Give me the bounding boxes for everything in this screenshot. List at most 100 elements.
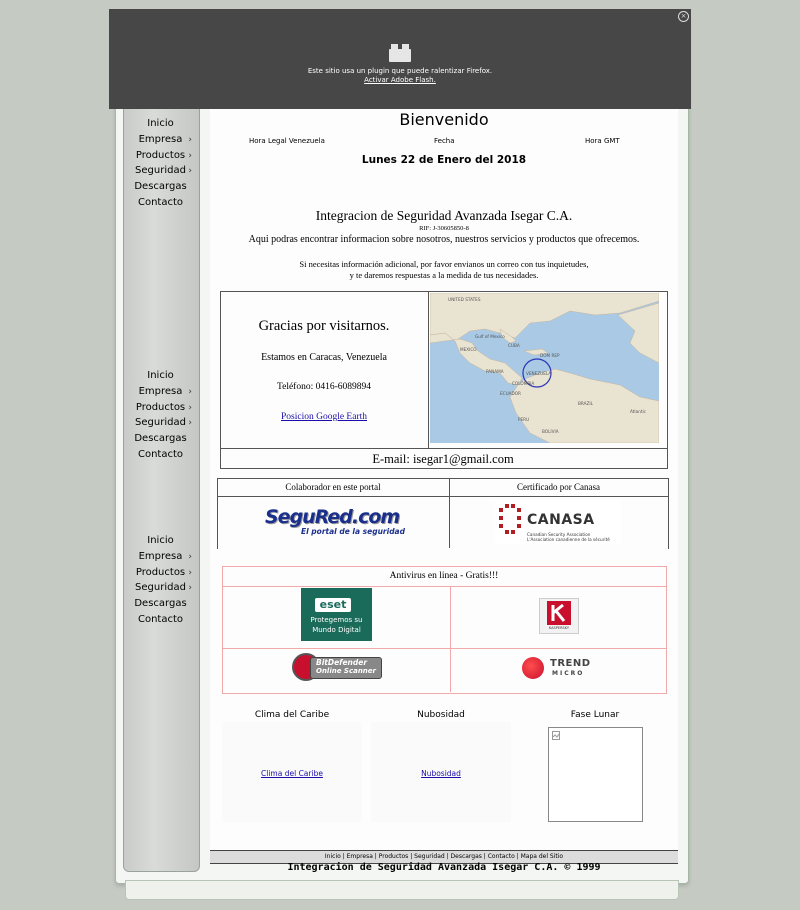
menu-item-label: Productos	[135, 401, 186, 413]
nubosidad-link-wrapper: Nubosidad	[371, 769, 511, 778]
trend-text: TREND	[550, 658, 591, 669]
colaborador-header: Colaborador en este portal	[285, 482, 381, 492]
menu-item-descargas[interactable]: Descargas	[124, 179, 197, 195]
chevron-right-icon: ›	[188, 418, 192, 429]
hora-gmt-label: Hora GMT	[585, 137, 620, 145]
contact-row-divider	[220, 448, 667, 449]
map-label-venezuela: VENEZUELA	[526, 371, 551, 376]
menu-item-label: Descargas	[134, 181, 187, 193]
page-bottom-ledge	[125, 880, 679, 900]
menu-item-label: Descargas	[134, 433, 187, 445]
current-date: Lunes 22 de Enero del 2018	[361, 154, 527, 166]
canasa-logo[interactable]: CANASA Canadian Security Association L'A…	[495, 500, 621, 544]
phone-text: Teléfono: 0416-6089894	[276, 382, 372, 392]
eset-line-2: Mundo Digital	[312, 626, 361, 634]
flash-message: Este sitio usa un plugin que puede ralen…	[307, 67, 493, 75]
trend-micro-logo[interactable]: TREND MICRO	[522, 655, 594, 681]
map-image[interactable]: UNITED STATES Gulf of Mexico MEXICO CUBA…	[430, 293, 659, 443]
menu-item-productos[interactable]: Productos ›	[124, 565, 197, 581]
menu-item-label: Productos	[135, 566, 186, 578]
canasa-logo-text: CANASA	[527, 512, 595, 528]
nubosidad-link[interactable]: Nubosidad	[421, 769, 461, 778]
kaspersky-text: KASPERSKY	[548, 626, 570, 630]
menu-item-seguridad[interactable]: Seguridad ›	[124, 163, 197, 179]
close-icon[interactable]: ×	[678, 11, 689, 22]
bitdefender-logo[interactable]: BitDefender Online Scanner	[292, 653, 382, 681]
menu-item-seguridad[interactable]: Seguridad ›	[124, 580, 197, 596]
menu-item-empresa[interactable]: Empresa ›	[124, 549, 197, 565]
map-label-brazil: BRAZIL	[578, 401, 594, 406]
eset-line-1: Protegemos su	[310, 616, 363, 624]
map-label-domrep: DOM REP	[540, 353, 560, 358]
menu-item-label: Descargas	[134, 598, 187, 610]
kaspersky-logo[interactable]: KASPERSKY	[539, 598, 579, 634]
menu-item-seguridad[interactable]: Seguridad ›	[124, 415, 197, 431]
menu-item-label: Inicio	[147, 118, 174, 129]
flash-notification-bar: × Este sitio usa un plugin que puede ral…	[109, 9, 691, 109]
nav-menu-1: Inicio Empresa › Productos › Seguridad › Descar…	[124, 116, 197, 211]
fase-lunar-image	[548, 727, 643, 822]
menu-item-label: Productos	[135, 149, 186, 161]
menu-item-contacto[interactable]: Contacto	[124, 447, 197, 463]
menu-item-inicio[interactable]: Inicio	[124, 533, 197, 549]
menu-item-inicio[interactable]: Inicio	[124, 116, 197, 132]
menu-item-productos[interactable]: Productos ›	[124, 400, 197, 416]
chevron-right-icon: ›	[188, 583, 192, 594]
email-text: E-mail: isegar1@gmail.com	[372, 452, 514, 466]
hora-legal-label: Hora Legal Venezuela	[249, 137, 325, 145]
map-label-atlantic: Atlantic	[630, 409, 647, 414]
fecha-label: Fecha	[434, 137, 455, 145]
broken-image-icon	[552, 731, 560, 740]
segured-logo[interactable]: SeguRed.com El portal de la seguridad	[263, 506, 405, 538]
menu-item-descargas[interactable]: Descargas	[124, 596, 197, 612]
antivirus-col-divider	[450, 586, 451, 692]
chevron-right-icon: ›	[188, 166, 192, 177]
antivirus-row-divider	[222, 648, 666, 649]
chevron-right-icon: ›	[188, 402, 192, 413]
menu-item-empresa[interactable]: Empresa ›	[124, 384, 197, 400]
chevron-right-icon: ›	[188, 150, 192, 161]
menu-item-contacto[interactable]: Contacto	[124, 195, 197, 211]
trend-circle-icon	[522, 657, 544, 679]
contact-divider	[428, 291, 429, 448]
clima-link[interactable]: Clima del Caribe	[261, 769, 323, 778]
map-label-colombia: COLOMBIA	[512, 381, 534, 386]
menu-item-contacto[interactable]: Contacto	[124, 612, 197, 628]
plugin-icon	[389, 41, 411, 63]
rif-number: RIF: J-30605850-8	[419, 225, 469, 232]
thanks-text: Gracias por visitarnos.	[258, 318, 390, 334]
eset-logo[interactable]: eset Protegemos su Mundo Digital	[301, 588, 372, 641]
menu-item-empresa[interactable]: Empresa ›	[124, 132, 197, 148]
google-earth-link[interactable]: Posicion Google Earth	[281, 412, 367, 422]
menu-item-label: Empresa	[138, 385, 183, 397]
menu-item-label: Inicio	[147, 370, 174, 381]
fase-lunar-title: Fase Lunar	[570, 710, 620, 720]
info-line-1: Si necesitas información adicional, por …	[299, 259, 589, 269]
nubosidad-title: Nubosidad	[417, 710, 465, 720]
menu-item-label: Contacto	[137, 613, 184, 625]
chevron-right-icon: ›	[188, 551, 192, 562]
nav-menu-3: Inicio Empresa › Productos › Seguridad › Descar…	[124, 533, 197, 628]
clima-title: Clima del Caribe	[254, 710, 330, 720]
menu-item-label: Contacto	[137, 448, 184, 460]
activate-flash-link[interactable]: Activar Adobe Flash.	[109, 76, 691, 84]
menu-item-inicio[interactable]: Inicio	[124, 368, 197, 384]
map-label-ecuador: ECUADOR	[500, 391, 521, 396]
eset-brand: eset	[315, 598, 351, 612]
trend-sub: MICRO	[552, 670, 585, 677]
menu-item-descargas[interactable]: Descargas	[124, 431, 197, 447]
certificado-header: Certificado por Canasa	[517, 482, 600, 492]
partners-header-divider	[217, 496, 668, 497]
map-label-peru: PERU	[518, 417, 529, 422]
canasa-emblem-icon	[499, 504, 521, 534]
canasa-sub-fr: L'Association canadienne de la sécurité	[527, 537, 610, 542]
menu-item-label: Empresa	[138, 133, 183, 145]
map-label-panama: PANAMA	[486, 369, 504, 374]
menu-item-label: Empresa	[138, 550, 183, 562]
page-title: Bienvenido	[399, 110, 489, 129]
bitdefender-text: BitDefender	[316, 658, 368, 667]
nav-menu-2: Inicio Empresa › Productos › Seguridad › Descar…	[124, 368, 197, 463]
menu-item-label: Seguridad	[135, 582, 186, 594]
menu-item-productos[interactable]: Productos ›	[124, 148, 197, 164]
antivirus-header: Antivirus en linea - Gratis!!!	[389, 571, 499, 581]
